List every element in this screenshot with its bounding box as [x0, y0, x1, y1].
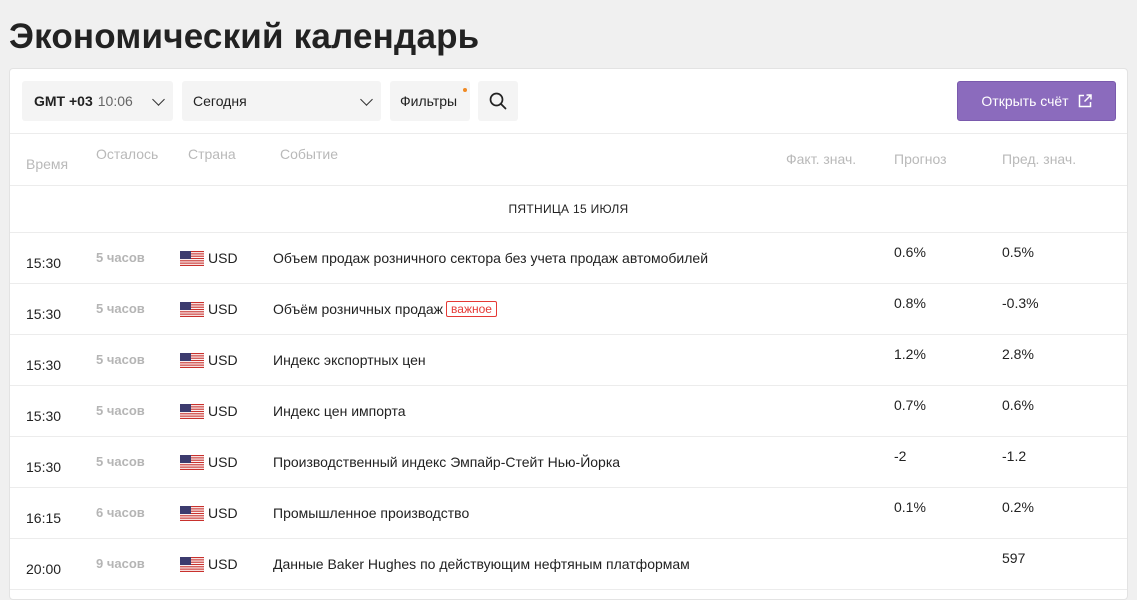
calendar-panel: GMT +03 10:06 Сегодня Фильтры Открыть сч… — [9, 68, 1128, 600]
us-flag-icon — [180, 250, 204, 266]
event-name-cell: Объём розничных продаж важное — [273, 301, 497, 317]
event-remaining: 5 часов — [96, 250, 145, 265]
filters-button[interactable]: Фильтры — [390, 81, 470, 121]
event-name-cell: Данные Baker Hughes по действующим нефтя… — [273, 556, 690, 572]
important-badge: важное — [446, 301, 497, 317]
event-name-cell: Промышленное производство — [273, 505, 469, 521]
event-currency: USD — [208, 301, 238, 317]
column-header-remaining[interactable]: Осталось — [96, 146, 158, 162]
event-name-cell: Индекс экспортных цен — [273, 352, 426, 368]
chevron-down-icon — [152, 93, 165, 106]
column-header-time[interactable]: Время — [26, 156, 68, 172]
chevron-down-icon — [360, 93, 373, 106]
event-country: USD — [180, 556, 238, 572]
table-row[interactable]: 15:30 5 часов USD Индекс цен импорта 0.7% 0.6… — [10, 386, 1127, 437]
event-currency: USD — [208, 352, 238, 368]
event-forecast: -2 — [894, 448, 907, 464]
event-time: 15:30 — [26, 408, 62, 424]
event-previous: 2.8% — [1002, 346, 1034, 362]
event-name[interactable]: Объем продаж розничного сектора без учет… — [273, 250, 708, 266]
event-name-cell: Индекс цен импорта — [273, 403, 406, 419]
event-country: USD — [180, 301, 238, 317]
event-forecast: 1.2% — [894, 346, 926, 362]
event-time: 15:30 — [26, 255, 62, 271]
event-name[interactable]: Производственный индекс Эмпайр-Стейт Нью… — [273, 454, 620, 470]
event-name-cell: Производственный индекс Эмпайр-Стейт Нью… — [273, 454, 620, 470]
event-country: USD — [180, 454, 238, 470]
event-currency: USD — [208, 556, 238, 572]
event-time: 16:15 — [26, 510, 62, 526]
column-header-actual[interactable]: Факт. знач. — [786, 151, 856, 167]
open-account-button[interactable]: Открыть счёт — [957, 81, 1116, 121]
table-header: Время Осталось Страна Событие Факт. знач… — [10, 134, 1127, 186]
table-row[interactable]: 15:30 5 часов USD Производственный индекс Э… — [10, 437, 1127, 488]
event-currency: USD — [208, 454, 238, 470]
event-name[interactable]: Промышленное производство — [273, 505, 469, 521]
event-remaining: 5 часов — [96, 352, 145, 367]
column-header-event[interactable]: Событие — [280, 146, 338, 162]
filters-label: Фильтры — [400, 93, 458, 109]
column-header-forecast[interactable]: Прогноз — [894, 151, 947, 167]
timezone-select[interactable]: GMT +03 10:06 — [22, 81, 173, 121]
event-remaining: 5 часов — [96, 454, 145, 469]
event-currency: USD — [208, 250, 238, 266]
table-row[interactable]: 16:15 6 часов USD Промышленное производство… — [10, 488, 1127, 539]
event-country: USD — [180, 352, 238, 368]
event-remaining: 5 часов — [96, 301, 145, 316]
column-header-previous[interactable]: Пред. знач. — [1002, 151, 1076, 167]
event-previous: 0.2% — [1002, 499, 1034, 515]
timezone-label: GMT +03 — [34, 93, 93, 109]
event-name[interactable]: Индекс экспортных цен — [273, 352, 426, 368]
table-row[interactable]: 15:30 5 часов USD Объём розничных продаж важ… — [10, 284, 1127, 335]
us-flag-icon — [180, 505, 204, 521]
event-time: 15:30 — [26, 306, 62, 322]
filter-indicator-dot — [463, 88, 467, 92]
event-currency: USD — [208, 403, 238, 419]
us-flag-icon — [180, 301, 204, 317]
event-time: 15:30 — [26, 459, 62, 475]
current-time: 10:06 — [97, 93, 133, 109]
event-forecast: 0.8% — [894, 295, 926, 311]
table-row[interactable]: 20:00 9 часов USD Данные Baker Hughes по де… — [10, 539, 1127, 590]
table-row[interactable]: 15:30 5 часов USD Индекс экспортных цен 1.2%… — [10, 335, 1127, 386]
column-header-country[interactable]: Страна — [188, 146, 236, 162]
event-previous: -0.3% — [1002, 295, 1039, 311]
event-currency: USD — [208, 505, 238, 521]
event-name-cell: Объем продаж розничного сектора без учет… — [273, 250, 708, 266]
event-previous: 597 — [1002, 550, 1026, 566]
event-forecast: 0.7% — [894, 397, 926, 413]
event-previous: -1.2 — [1002, 448, 1027, 464]
event-country: USD — [180, 403, 238, 419]
us-flag-icon — [180, 556, 204, 572]
search-button[interactable] — [478, 81, 518, 121]
event-country: USD — [180, 505, 238, 521]
event-forecast: 0.1% — [894, 499, 926, 515]
us-flag-icon — [180, 352, 204, 368]
external-link-icon — [1078, 94, 1092, 108]
event-name[interactable]: Индекс цен импорта — [273, 403, 406, 419]
event-remaining: 9 часов — [96, 556, 145, 571]
event-name[interactable]: Объём розничных продаж — [273, 301, 443, 317]
toolbar: GMT +03 10:06 Сегодня Фильтры Открыть сч… — [10, 69, 1127, 134]
us-flag-icon — [180, 454, 204, 470]
event-previous: 0.6% — [1002, 397, 1034, 413]
event-remaining: 5 часов — [96, 403, 145, 418]
event-time: 15:30 — [26, 357, 62, 373]
event-remaining: 6 часов — [96, 505, 145, 520]
open-account-label: Открыть счёт — [981, 93, 1069, 109]
date-select-value: Сегодня — [193, 93, 247, 109]
event-name[interactable]: Данные Baker Hughes по действующим нефтя… — [273, 556, 690, 572]
events-list: 15:30 5 часов USD Объем продаж розничного с… — [10, 233, 1127, 590]
event-time: 20:00 — [26, 561, 62, 577]
date-select[interactable]: Сегодня — [182, 81, 381, 121]
page-title: Экономический календарь — [9, 17, 480, 56]
event-country: USD — [180, 250, 238, 266]
event-forecast: 0.6% — [894, 244, 926, 260]
table-row[interactable]: 15:30 5 часов USD Объем продаж розничного с… — [10, 233, 1127, 284]
search-icon — [489, 92, 507, 110]
event-previous: 0.5% — [1002, 244, 1034, 260]
us-flag-icon — [180, 403, 204, 419]
day-header: ПЯТНИЦА 15 ИЮЛЯ — [10, 186, 1127, 233]
